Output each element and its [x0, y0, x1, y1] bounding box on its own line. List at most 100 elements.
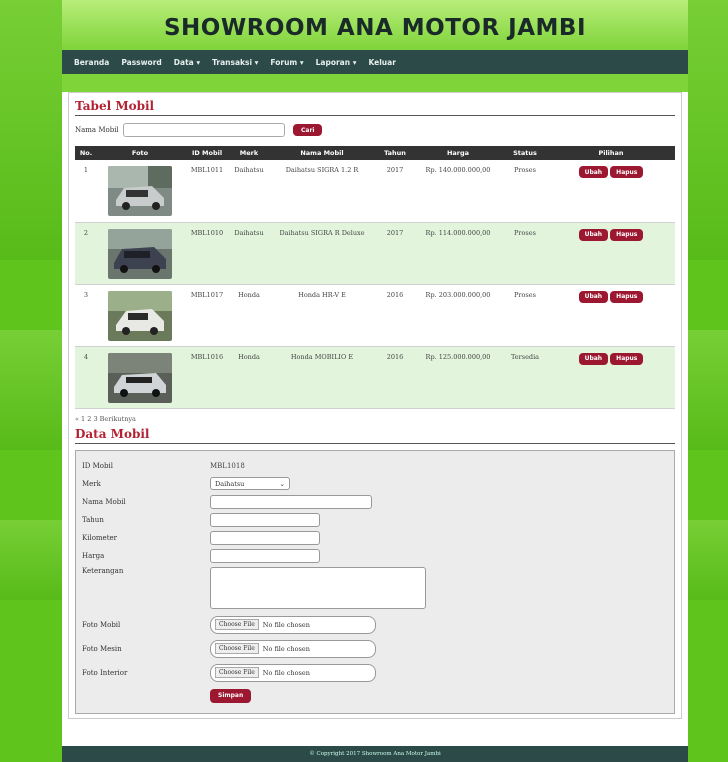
cell-id: MBL1010 — [183, 222, 231, 285]
edit-button[interactable]: Ubah — [578, 290, 609, 303]
merk-select[interactable]: Daihatsu ⌄ — [210, 477, 290, 490]
harga-input[interactable] — [210, 548, 320, 563]
cell-foto — [97, 346, 183, 409]
form-row-submit: Simpan — [82, 685, 668, 707]
col-nama: Nama Mobil — [267, 146, 377, 160]
foto-mesin-file[interactable]: Choose File No file chosen — [210, 639, 376, 658]
cell-foto — [97, 222, 183, 285]
menu-data[interactable]: Data ▾ — [168, 58, 206, 67]
edit-button[interactable]: Ubah — [578, 228, 609, 241]
cell-foto — [97, 284, 183, 347]
cell-id: MBL1011 — [183, 160, 231, 223]
id-label: ID Mobil — [82, 461, 113, 470]
cell-nama: Daihatsu SIGRA R Deluxe — [267, 222, 377, 285]
cell-nama: Honda HR-V E — [267, 284, 377, 347]
cell-tahun: 2017 — [377, 222, 413, 285]
cell-id: MBL1016 — [183, 346, 231, 409]
cell-harga: Rp. 203.000.000,00 — [413, 284, 503, 347]
cell-status: Tersedia — [503, 346, 547, 409]
form-row-foto-interior: Foto Interior Choose File No file chosen — [82, 661, 668, 685]
menu-laporan[interactable]: Laporan ▾ — [310, 58, 363, 67]
search-label: Nama Mobil — [75, 126, 119, 134]
cell-harga: Rp. 125.000.000,00 — [413, 346, 503, 409]
cell-id: MBL1017 — [183, 284, 231, 347]
choose-file-button[interactable]: Choose File — [215, 643, 259, 654]
cell-status: Proses — [503, 222, 547, 285]
cell-status: Proses — [503, 160, 547, 223]
site-title: SHOWROOM ANA MOTOR JAMBI — [163, 15, 587, 41]
foto-interior-file[interactable]: Choose File No file chosen — [210, 663, 376, 682]
delete-button[interactable]: Hapus — [610, 290, 644, 303]
delete-button[interactable]: Hapus — [610, 352, 644, 365]
main-menu: Beranda Password Data ▾ Transaksi ▾ Foru… — [62, 50, 688, 74]
form-row-id: ID Mobil MBL1018 — [82, 457, 668, 475]
search-button[interactable]: Cari — [293, 124, 323, 136]
cell-merk: Daihatsu — [231, 160, 267, 223]
table-section-title: Tabel Mobil — [75, 99, 675, 116]
cell-pilihan: Ubah Hapus — [547, 222, 675, 285]
search-input[interactable] — [123, 123, 285, 137]
menu-forum[interactable]: Forum ▾ — [264, 58, 309, 67]
cell-no: 3 — [75, 284, 97, 347]
header-gap — [62, 74, 688, 92]
site-header: SHOWROOM ANA MOTOR JAMBI — [62, 0, 688, 50]
edit-button[interactable]: Ubah — [578, 352, 609, 365]
col-harga: Harga — [413, 146, 503, 160]
cell-pilihan: Ubah Hapus — [547, 160, 675, 223]
delete-button[interactable]: Hapus — [610, 166, 644, 178]
page-container: SHOWROOM ANA MOTOR JAMBI Beranda Passwor… — [62, 0, 688, 762]
delete-button[interactable]: Hapus — [610, 228, 644, 241]
nama-input[interactable] — [210, 494, 372, 509]
foto-mobil-label: Foto Mobil — [82, 620, 121, 629]
menu-transaksi[interactable]: Transaksi ▾ — [206, 58, 264, 67]
cell-no: 1 — [75, 160, 97, 223]
cell-merk: Honda — [231, 346, 267, 409]
keterangan-label: Keterangan — [82, 566, 124, 575]
form-row-harga: Harga — [82, 547, 668, 565]
table-row: 2 MBL1010 Daihatsu Daihatsu SIGRA R Delu… — [75, 222, 675, 285]
menu-keluar[interactable]: Keluar — [362, 58, 401, 67]
menu-beranda[interactable]: Beranda — [68, 58, 115, 67]
form-row-kilometer: Kilometer — [82, 529, 668, 547]
col-status: Status — [503, 146, 547, 160]
pagination[interactable]: « 1 2 3 Berikutnya — [75, 415, 675, 423]
harga-label: Harga — [82, 551, 105, 560]
form-section-title: Data Mobil — [75, 427, 675, 444]
kilometer-input[interactable] — [210, 530, 320, 545]
cell-status: Proses — [503, 284, 547, 347]
table-row: 4 MBL1016 Honda Honda MOBILIO E 2016 Rp.… — [75, 346, 675, 409]
cell-merk: Daihatsu — [231, 222, 267, 285]
id-value: MBL1018 — [210, 461, 245, 470]
form-row-merk: Merk Daihatsu ⌄ — [82, 475, 668, 493]
choose-file-button[interactable]: Choose File — [215, 619, 259, 630]
car-form: ID Mobil MBL1018 Merk Daihatsu ⌄ Nama Mo… — [75, 449, 675, 714]
table-row: 1 MBL1011 Daihatsu Daihatsu SIGRA 1.2 R … — [75, 160, 675, 223]
foto-mesin-label: Foto Mesin — [82, 644, 122, 653]
col-no: No. — [75, 146, 97, 160]
table-row: 3 MBL1017 Honda Honda HR-V E 2016 Rp. 20… — [75, 284, 675, 347]
file-status: No file chosen — [262, 644, 310, 653]
cell-foto — [97, 160, 183, 223]
main-content: Tabel Mobil Nama Mobil Cari No. Foto ID … — [62, 92, 688, 719]
menu-password[interactable]: Password — [115, 58, 167, 67]
col-pilihan: Pilihan — [547, 146, 675, 160]
cell-tahun: 2016 — [377, 346, 413, 409]
col-merk: Merk — [231, 146, 267, 160]
keterangan-textarea[interactable] — [210, 566, 426, 609]
content-panel: Tabel Mobil Nama Mobil Cari No. Foto ID … — [68, 92, 682, 719]
merk-label: Merk — [82, 479, 101, 488]
tahun-label: Tahun — [82, 515, 104, 524]
choose-file-button[interactable]: Choose File — [215, 667, 259, 678]
cell-nama: Honda MOBILIO E — [267, 346, 377, 409]
car-photo — [108, 290, 172, 341]
form-row-nama: Nama Mobil — [82, 493, 668, 511]
car-photo — [108, 352, 172, 403]
cell-no: 4 — [75, 346, 97, 409]
foto-mobil-file[interactable]: Choose File No file chosen — [210, 615, 376, 634]
tahun-input[interactable] — [210, 512, 320, 527]
col-id: ID Mobil — [183, 146, 231, 160]
edit-button[interactable]: Ubah — [578, 166, 609, 178]
cell-harga: Rp. 114.000.000,00 — [413, 222, 503, 285]
form-row-keterangan: Keterangan — [82, 565, 668, 613]
save-button[interactable]: Simpan — [210, 688, 252, 703]
